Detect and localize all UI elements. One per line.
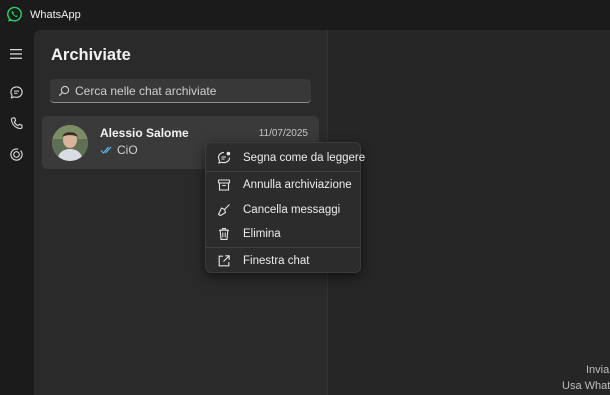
open-window-icon — [218, 255, 230, 267]
menu-item-label: Elimina — [243, 228, 281, 240]
last-message: CiO — [117, 143, 138, 157]
footer-line-2: Usa Whats — [562, 380, 610, 392]
menu-icon — [10, 49, 22, 59]
chat-area: Invia Usa Whats — [327, 30, 610, 395]
nav-rail — [0, 30, 34, 395]
chat-icon — [9, 85, 23, 99]
status-icon — [9, 147, 23, 161]
calls-button[interactable] — [5, 112, 27, 134]
page-title: Archiviate — [51, 46, 131, 64]
status-button[interactable] — [5, 143, 27, 165]
chats-button[interactable] — [5, 81, 27, 103]
phone-icon — [10, 116, 22, 129]
menu-divider — [206, 247, 360, 248]
whatsapp-logo-icon — [7, 6, 22, 22]
broom-icon — [217, 204, 230, 217]
menu-item-unarchive[interactable]: Annulla archiviazione — [210, 174, 358, 196]
footer-line-1: Invia — [586, 364, 610, 376]
avatar — [52, 125, 88, 161]
menu-item-chat-window[interactable]: Finestra chat — [210, 250, 358, 272]
mark-unread-icon — [217, 151, 231, 164]
menu-item-label: Annulla archiviazione — [243, 179, 352, 191]
menu-item-delete[interactable]: Elimina — [210, 223, 358, 245]
menu-item-label: Segna come da leggere — [243, 152, 366, 164]
menu-item-label: Finestra chat — [243, 255, 310, 267]
menu-item-mark-unread[interactable]: Segna come da leggere — [210, 147, 365, 169]
menu-item-clear-messages[interactable]: Cancella messaggi — [210, 199, 358, 221]
contact-name: Alessio Salome — [100, 126, 189, 140]
context-menu: Segna come da leggere Annulla archiviazi… — [205, 142, 365, 273]
app-title: WhatsApp — [30, 9, 81, 21]
search-icon — [58, 85, 70, 96]
menu-item-label: Cancella messaggi — [243, 204, 341, 216]
search-input[interactable] — [70, 83, 311, 98]
double-check-icon — [100, 146, 112, 154]
chat-date: 11/07/2025 — [258, 128, 308, 139]
title-bar: WhatsApp — [0, 0, 610, 30]
trash-icon — [219, 228, 229, 240]
search-box[interactable] — [50, 79, 311, 103]
menu-divider — [206, 171, 360, 172]
menu-button[interactable] — [5, 43, 27, 65]
unarchive-icon — [217, 179, 231, 191]
